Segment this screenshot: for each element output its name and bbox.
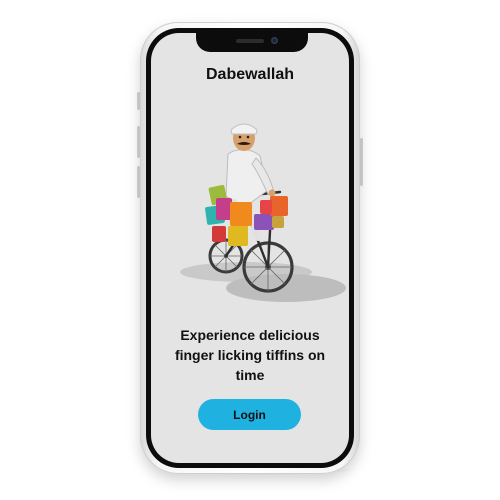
- stage: Dabewallah Experience delicious finger l…: [0, 0, 500, 500]
- power-button: [360, 138, 363, 186]
- left-eye: [238, 135, 242, 139]
- earpiece-speaker: [236, 39, 264, 43]
- login-button[interactable]: Login: [198, 399, 301, 430]
- ground-shadow-large-illustration: [226, 274, 346, 302]
- person-hand: [268, 189, 276, 197]
- topi-cap: [230, 123, 258, 135]
- dabbawala-on-bicycle-illustration: [180, 123, 346, 302]
- app-title: Dabewallah: [205, 66, 295, 83]
- right-eye: [246, 135, 250, 139]
- onboarding-tagline: Experience delicious finger licking tiff…: [174, 327, 326, 383]
- front-camera-icon: [271, 37, 278, 44]
